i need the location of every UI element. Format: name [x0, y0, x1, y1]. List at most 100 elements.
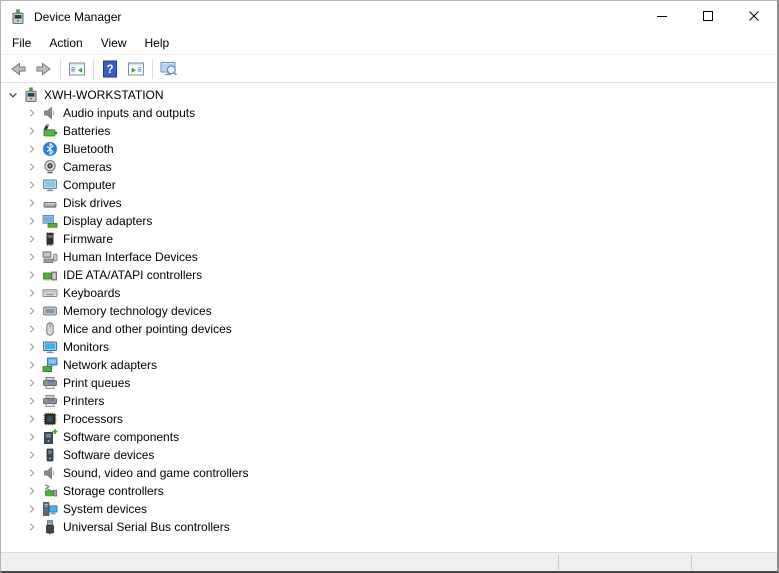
menu-item-file[interactable]: File: [3, 33, 40, 53]
chevron-right-icon[interactable]: [24, 249, 40, 265]
chevron-right-icon[interactable]: [24, 267, 40, 283]
menu-bar: FileActionViewHelp: [1, 32, 777, 55]
chevron-right-icon[interactable]: [24, 303, 40, 319]
chevron-right-icon[interactable]: [24, 447, 40, 463]
tree-item-keyboards[interactable]: Keyboards: [1, 284, 777, 302]
tree-item-system-devices[interactable]: System devices: [1, 500, 777, 518]
chevron-right-icon[interactable]: [24, 213, 40, 229]
tree-item-mice-and-other-pointing-devices[interactable]: Mice and other pointing devices: [1, 320, 777, 338]
tree-item-computer[interactable]: Computer: [1, 176, 777, 194]
processor-icon: [42, 411, 58, 427]
tree-item-label[interactable]: Keyboards: [63, 284, 120, 302]
tree-item-human-interface-devices[interactable]: Human Interface Devices: [1, 248, 777, 266]
tree-item-label[interactable]: Cameras: [63, 158, 112, 176]
chevron-down-icon[interactable]: [5, 87, 21, 103]
chevron-right-icon[interactable]: [24, 393, 40, 409]
print-queue-icon: [42, 375, 58, 391]
tree-item-universal-serial-bus-controllers[interactable]: Universal Serial Bus controllers: [1, 518, 777, 536]
tree-item-label[interactable]: Audio inputs and outputs: [63, 104, 195, 122]
tree-item-label[interactable]: Memory technology devices: [63, 302, 212, 320]
tree-item-printers[interactable]: Printers: [1, 392, 777, 410]
chevron-right-icon[interactable]: [24, 141, 40, 157]
tree-item-storage-controllers[interactable]: Storage controllers: [1, 482, 777, 500]
tree-item-software-components[interactable]: Software components: [1, 428, 777, 446]
tree-item-label[interactable]: Storage controllers: [63, 482, 164, 500]
chevron-right-icon[interactable]: [24, 465, 40, 481]
tree-item-batteries[interactable]: Batteries: [1, 122, 777, 140]
tree-item-label[interactable]: Human Interface Devices: [63, 248, 198, 266]
chevron-right-icon[interactable]: [24, 105, 40, 121]
tree-item-monitors[interactable]: Monitors: [1, 338, 777, 356]
tree-item-bluetooth[interactable]: Bluetooth: [1, 140, 777, 158]
chevron-right-icon[interactable]: [24, 177, 40, 193]
chevron-right-icon[interactable]: [24, 411, 40, 427]
chevron-right-icon[interactable]: [24, 123, 40, 139]
chevron-right-icon[interactable]: [24, 375, 40, 391]
chevron-right-icon[interactable]: [24, 321, 40, 337]
tree-item-label[interactable]: Network adapters: [63, 356, 157, 374]
chevron-right-icon[interactable]: [24, 429, 40, 445]
tree-item-label[interactable]: System devices: [63, 500, 147, 518]
chevron-right-icon[interactable]: [24, 285, 40, 301]
tree-item-ide-ata-atapi-controllers[interactable]: IDE ATA/ATAPI controllers: [1, 266, 777, 284]
network-adapter-icon: [42, 357, 58, 373]
status-separator: [691, 555, 692, 569]
tree-item-display-adapters[interactable]: Display adapters: [1, 212, 777, 230]
tree-item-software-devices[interactable]: Software devices: [1, 446, 777, 464]
menu-item-view[interactable]: View: [92, 33, 136, 53]
scan-hardware-changes-button[interactable]: [156, 57, 182, 81]
tree-item-audio-inputs-and-outputs[interactable]: Audio inputs and outputs: [1, 104, 777, 122]
chevron-right-icon[interactable]: [24, 519, 40, 535]
tree-item-sound-video-and-game-controllers[interactable]: Sound, video and game controllers: [1, 464, 777, 482]
tree-item-label[interactable]: Monitors: [63, 338, 109, 356]
tree-item-memory-technology-devices[interactable]: Memory technology devices: [1, 302, 777, 320]
tree-item-label[interactable]: Disk drives: [63, 194, 122, 212]
toolbar-separator: [93, 59, 94, 79]
hid-icon: [42, 249, 58, 265]
tree-item-label[interactable]: Software components: [63, 428, 179, 446]
tree-item-cameras[interactable]: Cameras: [1, 158, 777, 176]
tree-item-xwh-workstation[interactable]: XWH-WORKSTATION: [1, 86, 777, 104]
tree-item-label[interactable]: Bluetooth: [63, 140, 114, 158]
tree-item-label[interactable]: XWH-WORKSTATION: [44, 86, 164, 104]
tree-item-processors[interactable]: Processors: [1, 410, 777, 428]
minimize-button[interactable]: [639, 1, 685, 32]
tree-item-label[interactable]: Universal Serial Bus controllers: [63, 518, 230, 536]
tree-item-label[interactable]: IDE ATA/ATAPI controllers: [63, 266, 202, 284]
chevron-right-icon[interactable]: [24, 231, 40, 247]
tree-item-firmware[interactable]: Firmware: [1, 230, 777, 248]
tree-item-label[interactable]: Batteries: [63, 122, 110, 140]
status-bar: [1, 552, 777, 571]
scan-hardware-icon: [160, 60, 178, 78]
chevron-right-icon[interactable]: [24, 195, 40, 211]
chevron-right-icon[interactable]: [24, 501, 40, 517]
back-button[interactable]: [5, 57, 31, 81]
forward-button[interactable]: [31, 57, 57, 81]
window-controls: [639, 1, 777, 32]
tree-item-label[interactable]: Firmware: [63, 230, 113, 248]
show-console-tree-icon: [68, 60, 86, 78]
chevron-right-icon[interactable]: [24, 159, 40, 175]
maximize-button[interactable]: [685, 1, 731, 32]
battery-icon: [42, 123, 58, 139]
tree-item-label[interactable]: Computer: [63, 176, 116, 194]
tree-item-label[interactable]: Print queues: [63, 374, 130, 392]
tree-item-label[interactable]: Mice and other pointing devices: [63, 320, 232, 338]
close-button[interactable]: [731, 1, 777, 32]
tree-item-label[interactable]: Software devices: [63, 446, 154, 464]
chevron-right-icon[interactable]: [24, 483, 40, 499]
tree-item-label[interactable]: Printers: [63, 392, 104, 410]
menu-item-help[interactable]: Help: [136, 33, 179, 53]
tree-item-disk-drives[interactable]: Disk drives: [1, 194, 777, 212]
chevron-right-icon[interactable]: [24, 357, 40, 373]
show-console-tree-button[interactable]: [64, 57, 90, 81]
menu-item-action[interactable]: Action: [40, 33, 91, 53]
help-button[interactable]: ?: [97, 57, 123, 81]
tree-item-network-adapters[interactable]: Network adapters: [1, 356, 777, 374]
chevron-right-icon[interactable]: [24, 339, 40, 355]
tree-item-label[interactable]: Display adapters: [63, 212, 152, 230]
tree-item-label[interactable]: Sound, video and game controllers: [63, 464, 248, 482]
properties-button[interactable]: [123, 57, 149, 81]
tree-item-print-queues[interactable]: Print queues: [1, 374, 777, 392]
tree-item-label[interactable]: Processors: [63, 410, 123, 428]
